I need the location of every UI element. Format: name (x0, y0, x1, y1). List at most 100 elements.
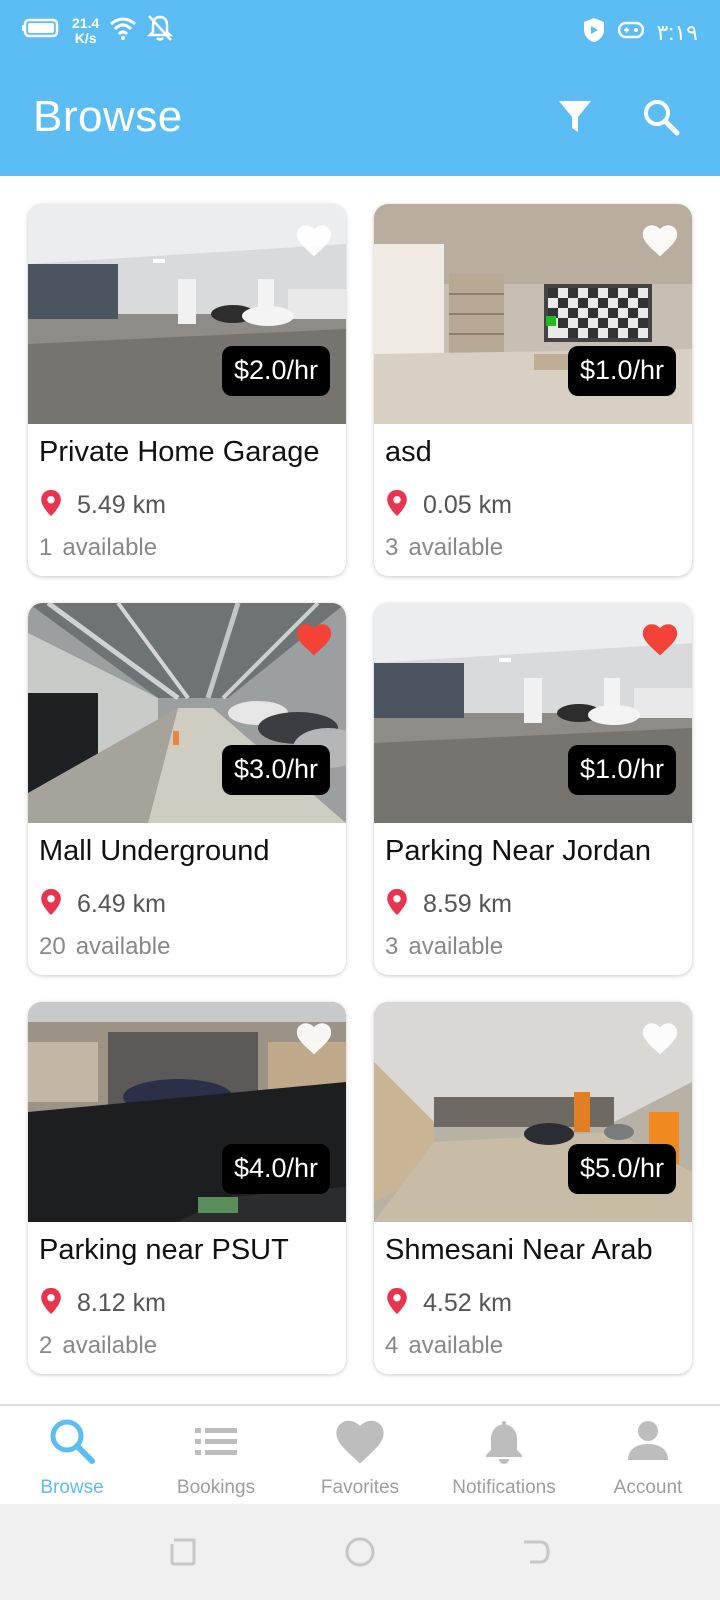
network-speed: 21.4 K/s (72, 14, 100, 46)
listing-card[interactable]: $3.0/hr Mall Underground 6.49 km 20 avail… (28, 603, 346, 975)
nav-item-bookings[interactable]: Bookings (144, 1406, 288, 1506)
filter-icon (558, 99, 592, 140)
nav-item-browse[interactable]: Browse (0, 1406, 144, 1506)
listing-distance: 8.12 km (39, 1287, 166, 1320)
price-badge: $1.0/hr (567, 745, 676, 795)
bell-icon (479, 1416, 529, 1471)
available-label: available (408, 1332, 504, 1359)
mute-bell-icon (147, 14, 174, 47)
listing-photo: $4.0/hr (28, 1002, 346, 1222)
listing-photo: $3.0/hr (28, 603, 346, 823)
listing-name: Mall Underground (39, 835, 270, 867)
nav-label: Account (613, 1477, 683, 1498)
nav-item-notifications[interactable]: Notifications (432, 1406, 576, 1506)
listing-distance: 8.59 km (385, 888, 512, 921)
shield-icon (582, 16, 606, 49)
app-bar: Browse (0, 64, 720, 176)
location-pin-icon (385, 1287, 409, 1320)
availability: 1 available (39, 534, 157, 562)
distance-text: 4.52 km (423, 1289, 512, 1317)
distance-text: 8.12 km (77, 1289, 166, 1317)
favorite-icon[interactable] (640, 1020, 680, 1060)
list-icon (191, 1416, 241, 1471)
person-icon (623, 1416, 673, 1471)
available-count: 1 (39, 534, 53, 561)
available-label: available (75, 933, 171, 960)
nav-label: Bookings (176, 1477, 256, 1498)
price-badge: $2.0/hr (221, 346, 330, 396)
favorite-icon[interactable] (294, 1020, 334, 1060)
search-icon (642, 98, 680, 141)
price-badge: $3.0/hr (221, 745, 330, 795)
price-badge: $1.0/hr (567, 346, 676, 396)
listing-photo: $1.0/hr (374, 204, 692, 424)
favorite-icon[interactable] (640, 621, 680, 661)
battery-icon (22, 17, 62, 44)
listing-card[interactable]: $1.0/hr Parking Near Jordan 8.59 km 3 ava… (374, 603, 692, 975)
listing-photo: $1.0/hr (374, 603, 692, 823)
distance-text: 0.05 km (423, 491, 512, 519)
listing-card[interactable]: $1.0/hr asd 0.05 km 3 available (374, 204, 692, 576)
nav-item-account[interactable]: Account (576, 1406, 720, 1506)
available-label: available (408, 534, 504, 561)
listing-name: Parking near PSUT (39, 1234, 289, 1266)
nav-label: Browse (40, 1477, 104, 1498)
listing-photo: $5.0/hr (374, 1002, 692, 1222)
availability: 4 available (385, 1332, 503, 1360)
listing-name: asd (385, 436, 432, 468)
listing-name: Private Home Garage (39, 436, 320, 468)
availability: 2 available (39, 1332, 157, 1360)
search-icon (47, 1416, 97, 1471)
listing-card[interactable]: $5.0/hr Shmesani Near Arab 4.52 km 4 avai… (374, 1002, 692, 1374)
favorite-icon[interactable] (640, 222, 680, 262)
price-badge: $4.0/hr (221, 1144, 330, 1194)
listing-name: Parking Near Jordan (385, 835, 651, 867)
search-button[interactable] (636, 94, 686, 144)
available-count: 2 (39, 1332, 53, 1359)
location-pin-icon (39, 489, 63, 522)
availability: 3 available (385, 534, 503, 562)
listing-card[interactable]: $4.0/hr Parking near PSUT 8.12 km 2 avail… (28, 1002, 346, 1374)
available-label: available (62, 534, 158, 561)
favorite-icon[interactable] (294, 621, 334, 661)
location-pin-icon (385, 888, 409, 921)
location-pin-icon (385, 489, 409, 522)
game-controller-icon (618, 21, 645, 44)
listing-distance: 4.52 km (385, 1287, 512, 1320)
system-navigation-bar (0, 1504, 720, 1600)
available-count: 20 (39, 933, 66, 960)
available-label: available (62, 1332, 158, 1359)
listing-distance: 0.05 km (385, 489, 512, 522)
nav-label: Notifications (452, 1477, 556, 1498)
availability: 3 available (385, 933, 503, 961)
available-count: 3 (385, 534, 399, 561)
listing-distance: 6.49 km (39, 888, 166, 921)
distance-text: 8.59 km (423, 890, 512, 918)
listing-photo: $2.0/hr (28, 204, 346, 424)
nav-label: Favorites (320, 1477, 400, 1498)
home-icon[interactable] (344, 1536, 376, 1573)
filter-button[interactable] (550, 94, 600, 144)
status-bar: 21.4 K/s ٣:١٩ (0, 0, 720, 64)
listing-name: Shmesani Near Arab (385, 1234, 653, 1266)
nav-item-favorites[interactable]: Favorites (288, 1406, 432, 1506)
page-title: Browse (33, 92, 183, 141)
favorite-icon[interactable] (294, 222, 334, 262)
listing-distance: 5.49 km (39, 489, 166, 522)
wifi-icon (109, 16, 137, 45)
network-speed-unit: K/s (74, 29, 97, 46)
back-icon[interactable] (520, 1536, 552, 1573)
network-speed-value: 21.4 (72, 14, 100, 31)
heart-icon (333, 1416, 387, 1471)
location-pin-icon (39, 888, 63, 921)
price-badge: $5.0/hr (567, 1144, 676, 1194)
listing-card[interactable]: $2.0/hr Private Home Garage 5.49 km 1 ava… (28, 204, 346, 576)
available-count: 3 (385, 933, 399, 960)
availability: 20 available (39, 933, 170, 961)
available-count: 4 (385, 1332, 399, 1359)
location-pin-icon (39, 1287, 63, 1320)
available-label: available (408, 933, 504, 960)
recent-apps-icon[interactable] (168, 1536, 200, 1573)
distance-text: 5.49 km (77, 491, 166, 519)
listing-grid: $2.0/hr Private Home Garage 5.49 km 1 ava… (28, 204, 692, 1374)
